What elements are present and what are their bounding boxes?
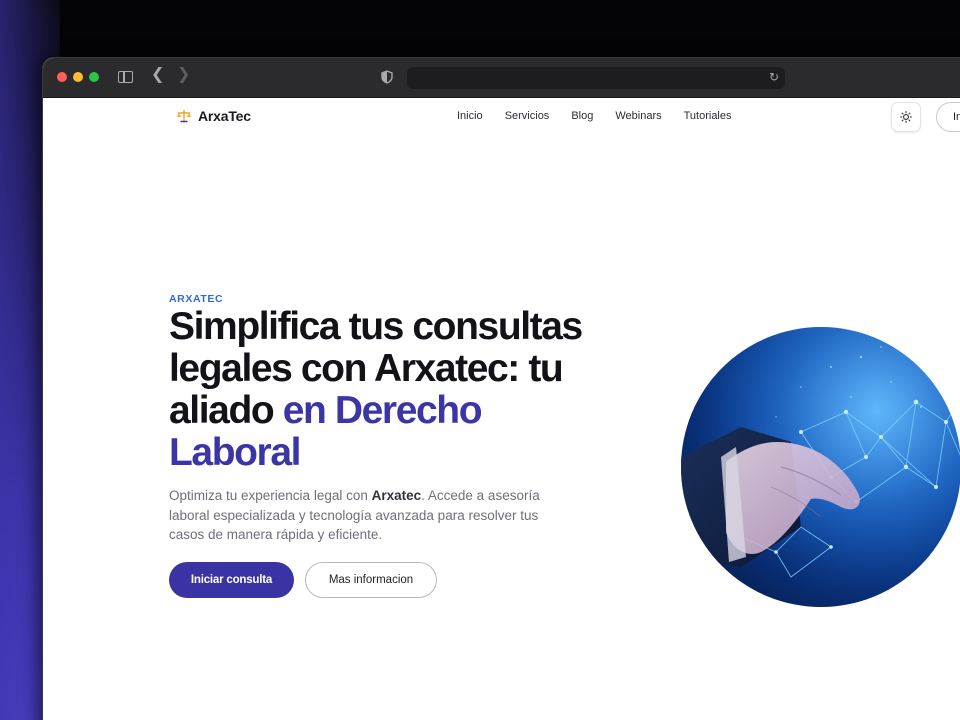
minimize-window-button[interactable]: [73, 72, 83, 82]
hero-desc-intro: Optimiza tu experiencia legal con: [169, 488, 372, 503]
handshake-network-image: [681, 327, 960, 607]
browser-titlebar: ❮ ❯ ↻: [43, 58, 960, 98]
nav-link-servicios[interactable]: Servicios: [505, 110, 550, 122]
shield-icon[interactable]: [381, 70, 393, 84]
theme-toggle-button[interactable]: [891, 102, 921, 132]
back-arrow-icon[interactable]: ❮: [151, 67, 164, 83]
site-logo[interactable]: ArxaTec: [176, 108, 251, 124]
close-window-button[interactable]: [57, 72, 67, 82]
browser-window: ❮ ❯ ↻ ArxaTec Inicio Servicios Blog Webi…: [42, 57, 960, 720]
scales-logo-icon: [176, 110, 192, 123]
site-logo-text: ArxaTec: [198, 108, 251, 124]
nav-link-webinars[interactable]: Webinars: [615, 110, 661, 122]
more-info-button[interactable]: Mas informacion: [305, 562, 437, 598]
hero-description: Optimiza tu experiencia legal con Arxate…: [169, 486, 569, 545]
hero-eyebrow: ARXATEC: [169, 293, 224, 305]
login-button[interactable]: In: [936, 102, 960, 132]
forward-arrow-icon[interactable]: ❯: [177, 67, 190, 83]
reload-icon[interactable]: ↻: [769, 70, 779, 84]
nav-link-inicio[interactable]: Inicio: [457, 110, 483, 122]
main-nav: Inicio Servicios Blog Webinars Tutoriale…: [457, 110, 732, 122]
hero-desc-brand: Arxatec: [371, 488, 422, 503]
hero-title: Simplifica tus consultas legales con Arx…: [169, 306, 609, 474]
web-page: ArxaTec Inicio Servicios Blog Webinars T…: [43, 98, 960, 720]
sun-icon: [900, 111, 912, 123]
nav-link-blog[interactable]: Blog: [571, 110, 593, 122]
start-consultation-button[interactable]: Iniciar consulta: [169, 562, 294, 598]
digital-handshake-illustration: [681, 327, 960, 607]
nav-link-tutoriales[interactable]: Tutoriales: [684, 110, 732, 122]
address-bar[interactable]: ↻: [407, 67, 785, 89]
sidebar-toggle-icon[interactable]: [118, 71, 133, 83]
maximize-window-button[interactable]: [89, 72, 99, 82]
